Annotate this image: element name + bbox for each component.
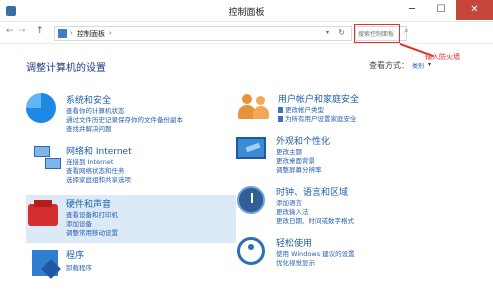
- category-link[interactable]: 为所有用户设置家庭安全: [278, 113, 357, 123]
- printer-icon[interactable]: [28, 200, 60, 233]
- shield-icon: [278, 116, 283, 122]
- category-link[interactable]: 选择家庭组和共享选项: [66, 174, 131, 184]
- network-icon[interactable]: [32, 144, 64, 176]
- search-icon[interactable]: ⌕: [404, 26, 408, 36]
- forward-arrow-icon[interactable]: →: [18, 26, 26, 36]
- category-hardware-sound: 硬件和声音 查看设备和打印机 添加设备 调整常用移动设置: [26, 195, 236, 243]
- category-link[interactable]: 更改日期、时间或数字格式: [276, 215, 354, 225]
- breadcrumb-control-panel[interactable]: 控制面板: [77, 29, 105, 39]
- refresh-icon[interactable]: ↻: [338, 28, 345, 37]
- category-ease-of-access: 轻松使用 使用 Windows 建议的设置 优化视觉显示: [236, 236, 446, 272]
- up-arrow-icon[interactable]: ↑: [36, 26, 44, 36]
- category-link[interactable]: 调整屏幕分辨率: [276, 164, 322, 174]
- programs-icon[interactable]: [30, 248, 62, 280]
- category-link[interactable]: 优化视觉显示: [276, 257, 315, 267]
- chevron-down-icon[interactable]: ▾: [326, 29, 329, 36]
- search-highlight-box: [354, 24, 400, 43]
- chevron-down-icon[interactable]: ▾: [428, 61, 431, 68]
- clock-globe-icon[interactable]: [236, 185, 268, 217]
- category-title[interactable]: 程序: [66, 248, 84, 261]
- category-system-security: 系统和安全 查看你的计算机状态 通过文件历史记录保存你的文件备份副本 查找并解决…: [26, 93, 236, 139]
- back-arrow-icon[interactable]: ←: [6, 26, 14, 36]
- maximize-button[interactable]: ☐: [427, 0, 455, 20]
- breadcrumb-separator: ›: [70, 29, 73, 37]
- minimize-button[interactable]: ─: [398, 0, 426, 20]
- title-bar: 控制面板 ─ ☐ ✕: [0, 0, 493, 22]
- page-title: 调整计算机的设置: [26, 63, 106, 74]
- navigation-bar: ← → ↑ › 控制面板 › ▾ ↻: [0, 22, 493, 44]
- view-by-dropdown[interactable]: 类别: [412, 61, 424, 70]
- category-clock-region: 时钟、语言和区域 添加语言 更改输入法 更改日期、时间或数字格式: [236, 185, 446, 229]
- view-by-label: 查看方式：: [369, 61, 409, 70]
- category-network-internet: 网络和 Internet 连接到 Internet 查看网络状态和任务 选择家庭…: [32, 144, 242, 188]
- users-icon[interactable]: [238, 92, 270, 124]
- address-bar[interactable]: › 控制面板 › ▾ ↻: [54, 26, 352, 41]
- category-link[interactable]: 查找并解决问题: [66, 123, 112, 133]
- control-panel-icon: [58, 29, 67, 38]
- appearance-icon[interactable]: [236, 134, 268, 166]
- category-appearance: 外观和个性化 更改主题 更改桌面背景 调整屏幕分辨率: [236, 134, 446, 178]
- breadcrumb-separator[interactable]: ›: [109, 29, 112, 37]
- category-link[interactable]: 调整常用移动设置: [66, 227, 118, 237]
- close-button[interactable]: ✕: [456, 0, 493, 20]
- pie-chart-icon[interactable]: [26, 93, 58, 125]
- category-link[interactable]: 卸载程序: [66, 262, 92, 272]
- category-user-accounts: 用户帐户和家庭安全 更改帐户类型 为所有用户设置家庭安全: [238, 92, 448, 126]
- category-programs: 程序 卸载程序: [30, 248, 240, 280]
- accessibility-icon[interactable]: [236, 236, 268, 268]
